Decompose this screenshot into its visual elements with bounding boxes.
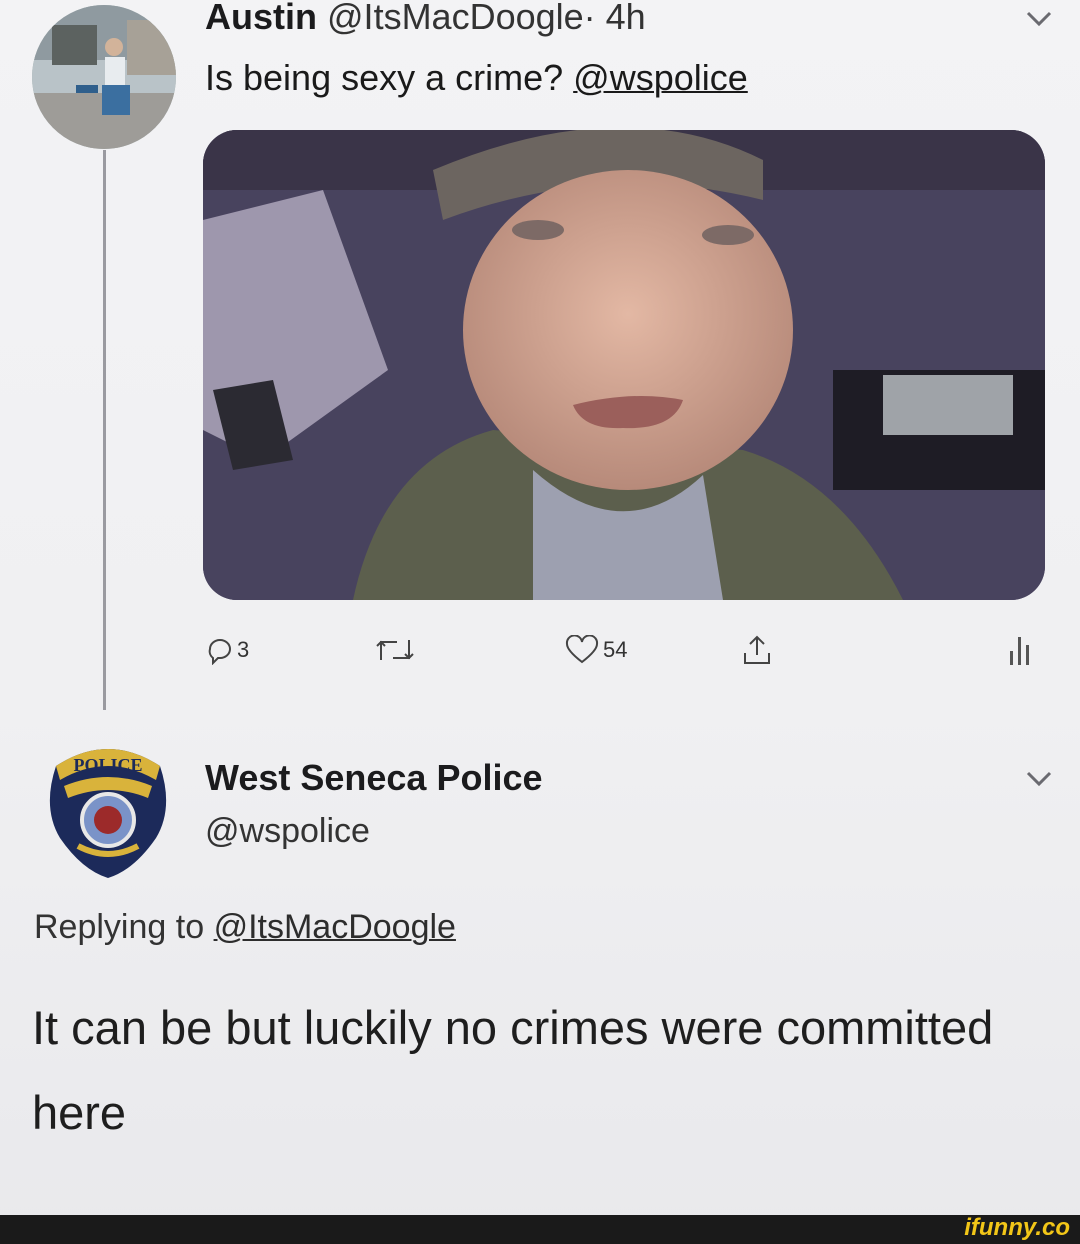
share-action[interactable] [740,628,774,672]
mention-link[interactable]: @wspolice [573,57,748,98]
author-name[interactable]: Austin [205,0,317,37]
reply-count: 3 [237,637,250,662]
analytics-action[interactable] [1004,628,1034,672]
tweet-body: Is being sexy a crime? [205,57,564,98]
watermark-bar [0,1215,1080,1244]
reply-action[interactable]: 3 [205,628,249,672]
share-icon [744,635,770,664]
retweet-action[interactable] [375,628,415,672]
reply-author-name[interactable]: West Seneca Police [205,757,543,799]
like-count: 54 [603,637,628,662]
analytics-icon [1010,637,1029,665]
tweet-text: Is being sexy a crime? @wspolice [205,57,748,99]
ifunny-watermark: ifunny.co [964,1214,1070,1241]
like-action[interactable]: 54 [565,628,627,672]
chevron-down-icon[interactable] [1022,2,1056,36]
tweet-time: · 4h [583,0,646,37]
replying-to: Replying to @ItsMacDoogle [34,908,456,947]
heart-icon [565,635,599,664]
tweet-header: Austin @ItsMacDoogle· 4h [205,0,646,38]
thread-connector [103,150,106,710]
retweet-icon [376,640,414,660]
police-avatar[interactable]: POLICE [38,738,178,878]
reply-author-handle[interactable]: @wspolice [205,812,370,851]
tweet-media-photo[interactable] [203,130,1045,600]
austin-avatar[interactable] [32,5,176,149]
reply-icon [208,639,231,665]
author-handle[interactable]: @ItsMacDoogle [327,0,584,37]
replying-handle-link[interactable]: @ItsMacDoogle [214,908,456,946]
replying-prefix: Replying to [34,908,205,946]
badge-label: POLICE [73,755,142,775]
reply-text: It can be but luckily no crimes were com… [32,1001,994,1139]
chevron-down-icon[interactable] [1022,762,1056,796]
